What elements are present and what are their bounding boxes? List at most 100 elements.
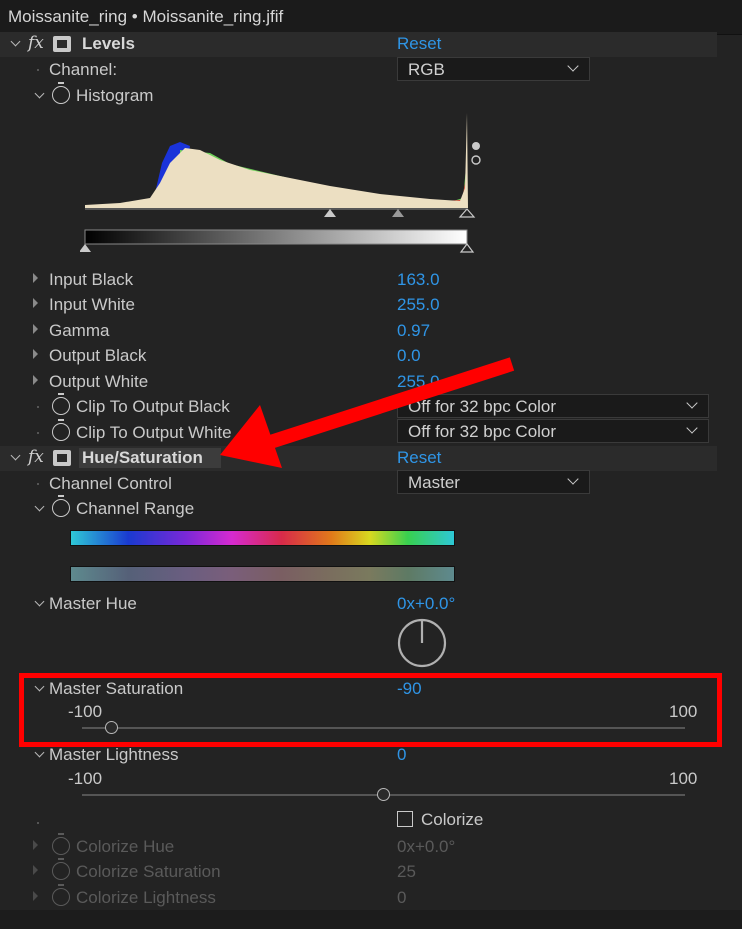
highlight-box bbox=[19, 673, 722, 747]
expand-arrow-icon bbox=[33, 840, 38, 850]
expand-arrow-icon bbox=[33, 891, 38, 901]
stopwatch-icon[interactable] bbox=[52, 495, 70, 517]
input-gamma-handle[interactable] bbox=[324, 209, 336, 217]
expand-chevron-icon[interactable] bbox=[34, 596, 45, 607]
param-value[interactable]: 163.0 bbox=[397, 270, 440, 290]
fx-toggle-icon[interactable]: fx bbox=[28, 447, 44, 467]
chevron-down-icon bbox=[567, 60, 579, 72]
master-hue-label: Master Hue bbox=[49, 594, 137, 613]
bullet-dot bbox=[37, 483, 39, 485]
channel-control-label: Channel Control bbox=[49, 474, 172, 493]
channel-label: Channel: bbox=[49, 60, 118, 79]
clip-white-label: Clip To Output White bbox=[76, 423, 232, 442]
colorize-hue-value: 0x+0.0° bbox=[397, 837, 456, 856]
master-hue-dial[interactable] bbox=[396, 617, 450, 671]
expand-arrow-icon[interactable] bbox=[33, 298, 38, 308]
histogram-label: Histogram bbox=[76, 86, 154, 105]
output-gradient-bar bbox=[84, 229, 468, 245]
effect-preset-icon bbox=[53, 450, 71, 466]
param-value[interactable]: 0.97 bbox=[397, 321, 430, 341]
channel-range-row[interactable]: Channel Range bbox=[0, 495, 742, 522]
expand-arrow-icon[interactable] bbox=[33, 324, 38, 334]
histogram-dot-filled-icon[interactable] bbox=[472, 142, 480, 150]
expand-chevron-icon[interactable] bbox=[34, 747, 45, 758]
levels-channel-row: Channel: bbox=[0, 58, 742, 83]
stopwatch-icon bbox=[52, 858, 70, 880]
stopwatch-icon[interactable] bbox=[52, 419, 70, 441]
channel-dropdown[interactable]: RGB bbox=[397, 57, 590, 81]
levels-effect-header[interactable]: fx Levels Reset bbox=[0, 32, 717, 57]
param-row-output-black[interactable]: Output Black 0.0 bbox=[0, 344, 742, 369]
hue-saturation-effect-header[interactable]: fx Hue/Saturation Reset bbox=[0, 446, 717, 471]
channel-range-output-bar[interactable] bbox=[70, 566, 455, 582]
clip-black-label: Clip To Output Black bbox=[76, 397, 230, 416]
levels-reset-link[interactable]: Reset bbox=[397, 34, 441, 54]
colorize-hue-label: Colorize Hue bbox=[76, 837, 175, 856]
expand-chevron-icon[interactable] bbox=[34, 88, 45, 99]
param-value[interactable]: 255.0 bbox=[397, 372, 440, 392]
expand-chevron-icon[interactable] bbox=[34, 501, 45, 512]
bullet-dot bbox=[37, 406, 39, 408]
expand-arrow-icon bbox=[33, 865, 38, 875]
hue-saturation-reset-link[interactable]: Reset bbox=[397, 448, 441, 468]
expand-arrow-icon[interactable] bbox=[33, 375, 38, 385]
effect-name: Hue/Saturation bbox=[79, 448, 221, 468]
colorize-saturation-value: 25 bbox=[397, 862, 416, 881]
fx-toggle-icon[interactable]: fx bbox=[28, 33, 44, 53]
param-label: Output White bbox=[49, 372, 149, 391]
colorize-lightness-value: 0 bbox=[397, 888, 407, 907]
master-hue-row[interactable]: Master Hue 0x+0.0° bbox=[0, 592, 742, 617]
clip-white-dropdown[interactable]: Off for 32 bpc Color bbox=[397, 419, 709, 443]
bullet-dot bbox=[37, 822, 39, 824]
stopwatch-icon bbox=[52, 884, 70, 906]
input-black-handle[interactable] bbox=[392, 209, 404, 217]
colorize-label: Colorize bbox=[421, 810, 484, 829]
expand-arrow-icon[interactable] bbox=[33, 273, 38, 283]
output-black-handle[interactable] bbox=[80, 244, 91, 252]
master-lightness-value[interactable]: 0 bbox=[397, 745, 406, 765]
channel-control-dropdown-value: Master bbox=[408, 473, 460, 492]
stopwatch-icon[interactable] bbox=[52, 82, 70, 104]
histogram-graph[interactable] bbox=[80, 108, 490, 258]
param-row-input-black[interactable]: Input Black 163.0 bbox=[0, 268, 742, 293]
param-label: Output Black bbox=[49, 346, 147, 365]
slider-knob[interactable] bbox=[376, 788, 390, 801]
effect-preset-icon bbox=[53, 36, 71, 52]
param-label: Input Black bbox=[49, 270, 134, 289]
chevron-down-icon bbox=[686, 397, 698, 409]
param-label: Gamma bbox=[49, 321, 110, 340]
output-white-handle[interactable] bbox=[459, 243, 475, 253]
colorize-lightness-row: Colorize Lightness 0 bbox=[0, 884, 742, 911]
param-row-output-white[interactable]: Output White 255.0 bbox=[0, 370, 742, 395]
panel-title: Moissanite_ring • Moissanite_ring.jfif bbox=[8, 7, 284, 26]
expand-arrow-icon[interactable] bbox=[33, 349, 38, 359]
master-hue-value[interactable]: 0x+0.0° bbox=[397, 594, 455, 614]
channel-control-dropdown[interactable]: Master bbox=[397, 470, 590, 494]
histogram-composite bbox=[85, 113, 468, 208]
colorize-saturation-row: Colorize Saturation 25 bbox=[0, 858, 742, 885]
input-white-handle[interactable] bbox=[458, 208, 476, 218]
master-lightness-slider[interactable] bbox=[82, 788, 685, 801]
histogram-dot-hollow-icon[interactable] bbox=[471, 155, 481, 165]
channel-range-hue-bar[interactable] bbox=[70, 530, 455, 546]
histogram-row[interactable]: Histogram bbox=[0, 82, 742, 109]
channel-control-row: Channel Control bbox=[0, 472, 742, 497]
colorize-checkbox[interactable] bbox=[397, 811, 413, 827]
channel-dropdown-value: RGB bbox=[408, 60, 445, 79]
collapse-chevron-icon[interactable] bbox=[10, 450, 21, 461]
master-lightness-row[interactable]: Master Lightness 0 bbox=[0, 743, 742, 768]
param-row-gamma[interactable]: Gamma 0.97 bbox=[0, 319, 742, 344]
param-row-input-white[interactable]: Input White 255.0 bbox=[0, 293, 742, 318]
colorize-hue-row: Colorize Hue 0x+0.0° bbox=[0, 833, 742, 860]
param-value[interactable]: 255.0 bbox=[397, 295, 440, 315]
collapse-chevron-icon[interactable] bbox=[10, 36, 21, 47]
clip-black-dropdown[interactable]: Off for 32 bpc Color bbox=[397, 394, 709, 418]
effect-name: Levels bbox=[82, 34, 135, 53]
panel-footer bbox=[0, 910, 742, 929]
channel-range-label: Channel Range bbox=[76, 499, 195, 518]
param-value[interactable]: 0.0 bbox=[397, 346, 421, 366]
stopwatch-icon[interactable] bbox=[52, 393, 70, 415]
clip-black-dropdown-value: Off for 32 bpc Color bbox=[408, 397, 557, 416]
colorize-lightness-label: Colorize Lightness bbox=[76, 888, 216, 907]
chevron-down-icon bbox=[567, 473, 579, 485]
